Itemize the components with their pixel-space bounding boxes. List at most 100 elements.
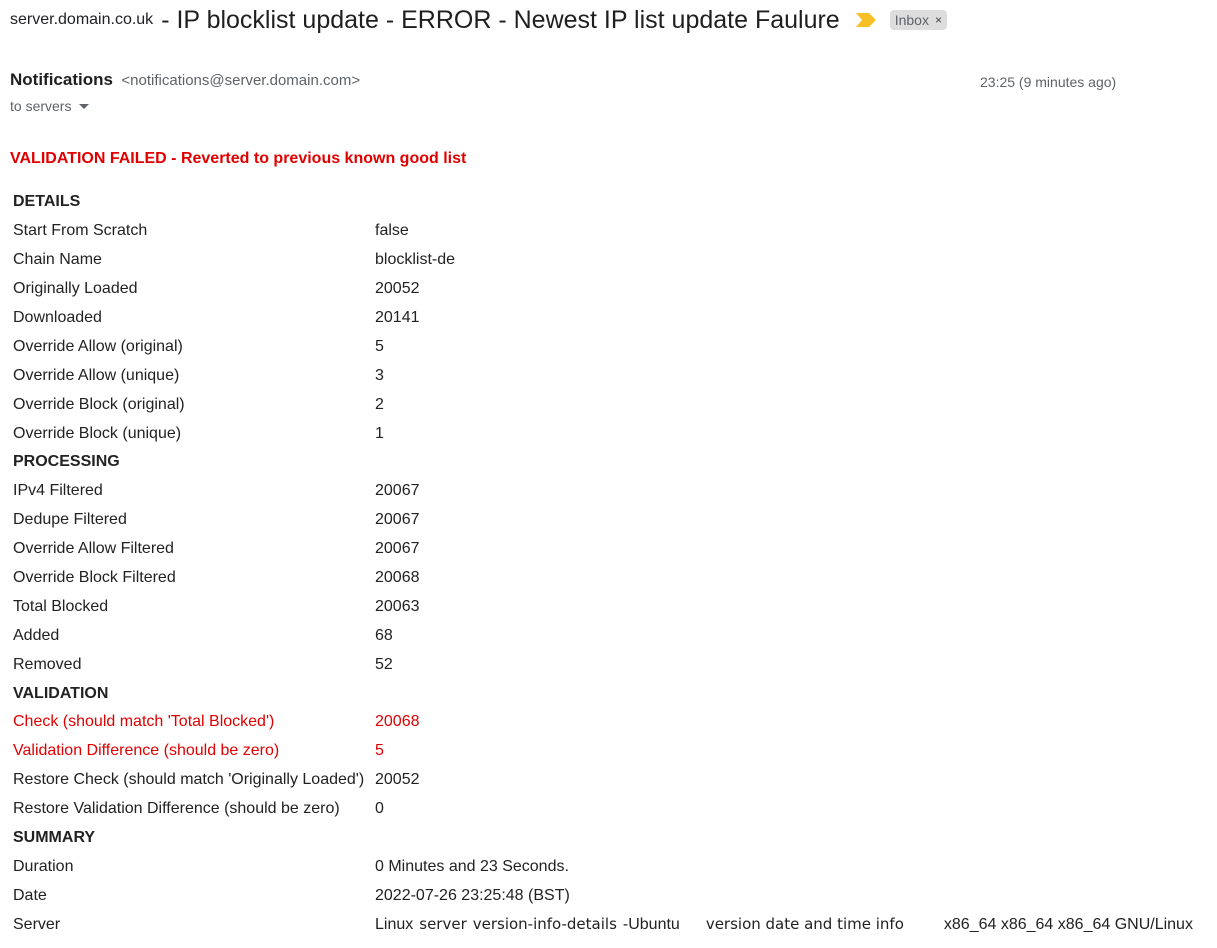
recipients-dropdown[interactable]: to servers [10,98,90,114]
row-key: Total Blocked [13,597,109,615]
important-marker-icon[interactable] [855,13,876,27]
row-value: false [375,222,409,240]
row-value [372,824,1196,853]
server-info-part: -Ubuntu [622,916,680,934]
section-header-row: DETAILS [10,188,1196,217]
row-value: 20052 [375,280,420,298]
table-row: IPv4 Filtered 20067 [10,477,1196,506]
row-value: blocklist-de [375,251,456,269]
table-row: Server Linux server version-info-details -Ub… [10,910,1196,939]
table-row: Chain Name blocklist-de [10,246,1196,275]
row-key: Duration [13,857,74,875]
section-header-row: SUMMARY [10,824,1196,853]
row-key: Date [13,886,47,904]
row-key: Chain Name [13,251,102,269]
row-value: 20063 [375,597,420,615]
email-subject: - IP blocklist update - ERROR - Newest I… [161,5,840,34]
row-key: Override Block Filtered [13,569,176,587]
row-key: Override Block (original) [13,395,185,413]
table-row: Dedupe Filtered 20067 [10,506,1196,535]
remove-label-icon[interactable]: × [935,13,942,27]
recipients-label: to servers [10,98,72,114]
row-key: Check (should match 'Total Blocked') [13,713,275,731]
row-key: Override Allow Filtered [13,540,174,558]
row-key: Server [13,915,61,933]
server-info-value: Linux server version-info-details -Ubuntu ve… [372,910,1196,939]
validation-alert: VALIDATION FAILED - Reverted to previous… [10,150,467,167]
row-key: Override Block (unique) [13,424,182,442]
row-key: Start From Scratch [13,222,148,240]
row-value: 20052 [375,771,420,789]
row-value [372,448,1196,477]
row-key: Downloaded [13,309,102,326]
table-row: Check (should match 'Total Blocked') 2006… [10,708,1196,737]
table-row: Override Block (unique) 1 [10,419,1196,448]
row-value: 68 [375,626,393,644]
table-row: Validation Difference (should be zero) 5 [10,737,1196,766]
sender-email: <notifications@server.domain.com> [121,72,361,89]
row-key: Override Allow (unique) [13,366,180,384]
row-key: Added [13,626,60,644]
row-value: 2 [375,395,384,413]
row-value [372,188,1196,217]
table-row: Override Allow Filtered 20067 [10,535,1196,564]
label-chip-text: Inbox [894,12,929,28]
table-row: Override Allow (original) 5 [10,332,1196,361]
row-value [372,679,1196,708]
row-value: 20067 [375,482,420,500]
row-value: 1 [375,424,384,442]
sender-row: Notifications <notifications@server.doma… [10,70,360,90]
table-row: Removed 52 [10,650,1196,679]
row-value: 5 [375,337,384,355]
server-info-part: version-info-details [472,915,617,934]
row-value: 0 [375,800,384,818]
section-header-row: VALIDATION [10,679,1196,708]
section-title: PROCESSING [13,453,120,471]
section-header-row: PROCESSING [10,448,1196,477]
row-value: 52 [375,655,393,673]
table-row: Start From Scratch false [10,217,1196,246]
row-value: 20067 [375,511,420,529]
table-row: Added 68 [10,621,1196,650]
row-key: Override Allow (original) [13,337,183,355]
row-value: 20068 [375,569,420,587]
email-view: server.domain.co.uk - IP blocklist updat… [0,0,1217,948]
row-value: 5 [375,742,384,760]
server-info-part: Linux [375,916,414,934]
sender-name: Notifications [10,70,113,89]
row-value: 20067 [375,540,420,558]
server-info-part: server [419,915,467,934]
report-table: DETAILS Start From Scratch false Chain Name… [10,188,1196,939]
table-row: Downloaded 20141 [10,304,1196,333]
row-key: Dedupe Filtered [13,511,127,529]
server-info-part: x86_64 x86_64 x86_64 GNU/Linux [943,916,1193,934]
row-value: 2022-07-26 23:25:48 (BST) [375,886,570,904]
table-row: Total Blocked 20063 [10,592,1196,621]
table-row: Date 2022-07-26 23:25:48 (BST) [10,881,1196,910]
chevron-down-icon[interactable] [79,103,90,109]
subject-row: server.domain.co.uk - IP blocklist updat… [10,0,947,40]
table-row: Duration 0 Minutes and 23 Seconds. [10,852,1196,881]
row-key: Restore Check (should match 'Originally … [13,771,365,789]
table-row: Restore Check (should match 'Originally … [10,766,1196,795]
section-title: DETAILS [13,193,81,211]
table-row: Override Allow (unique) 3 [10,361,1196,390]
subject-sender: server.domain.co.uk [10,11,154,28]
section-title: VALIDATION [13,684,109,702]
row-key: Validation Difference (should be zero) [13,742,280,760]
row-key: Restore Validation Difference (should be… [13,800,340,818]
row-value: 20068 [375,713,420,731]
table-row: Restore Validation Difference (should be… [10,795,1196,824]
row-value: 0 Minutes and 23 Seconds. [375,857,569,875]
table-row: Override Block (original) 2 [10,390,1196,419]
table-row: Originally Loaded 20052 [10,275,1196,304]
row-key: IPv4 Filtered [13,482,103,500]
table-row: Override Block Filtered 20068 [10,564,1196,593]
row-value: 20141 [375,309,420,326]
row-value: 3 [375,366,384,384]
label-chip-inbox: Inbox × [889,10,947,30]
server-info-part: version date and time info [705,915,904,934]
row-key: Removed [13,655,82,673]
section-title: SUMMARY [13,829,96,847]
email-timestamp: 23:25 (9 minutes ago) [980,74,1117,90]
